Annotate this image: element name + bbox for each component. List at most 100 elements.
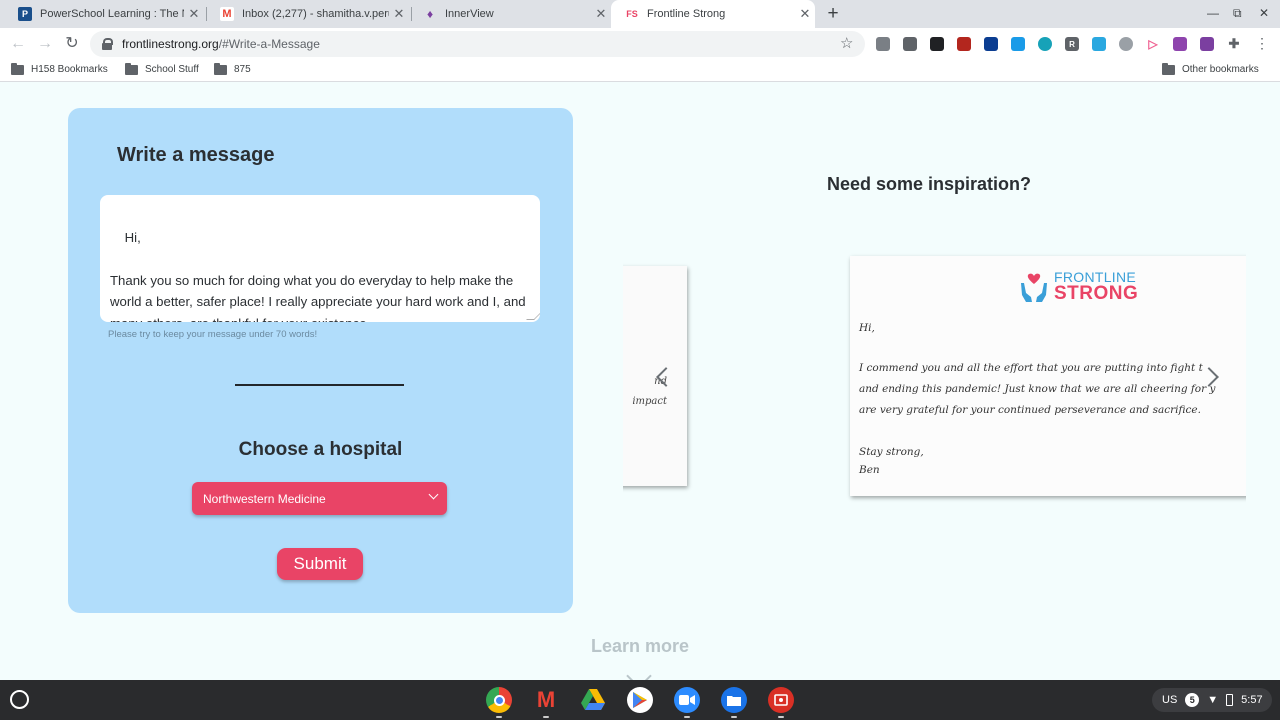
extension-icon[interactable]: R [1065, 37, 1079, 51]
bookmark-label: H158 Bookmarks [31, 64, 108, 75]
innerview-icon: ♦ [426, 7, 434, 21]
tab-strip: P PowerSchool Learning : The Nati ✕ M In… [0, 0, 1280, 28]
message-text: Hi, Thank you so much for doing what you… [110, 229, 526, 323]
close-window-icon[interactable]: ✕ [1259, 6, 1269, 20]
clock: 5:57 [1241, 694, 1263, 706]
frontline-strong-logo: FRONTLINE STRONG [1018, 270, 1138, 303]
url-path: /#Write-a-Message [218, 37, 320, 51]
restore-icon[interactable]: ⧉ [1233, 6, 1242, 21]
hospital-label: Choose a hospital [238, 439, 403, 460]
tab-title: Inbox (2,277) - shamitha.v.perum [242, 8, 389, 20]
tab-frontline-strong[interactable]: FS Frontline Strong ✕ [611, 0, 815, 28]
message-textarea[interactable]: Hi, Thank you so much for doing what you… [100, 195, 540, 322]
folder-icon [125, 62, 138, 75]
tab-title: PowerSchool Learning : The Nati [40, 8, 184, 20]
tab-title: Frontline Strong [647, 8, 726, 20]
extension-icon[interactable] [1038, 37, 1052, 51]
letter-line: I commend you and all the effort that yo… [859, 362, 1203, 374]
lock-icon [102, 38, 113, 50]
extension-icon[interactable] [1173, 37, 1187, 51]
bookmark-star-icon[interactable]: ☆ [840, 34, 853, 52]
bookmark-875[interactable]: 875 [214, 62, 251, 75]
hospital-selected-value: Northwestern Medicine [203, 491, 326, 506]
section-divider [235, 384, 404, 386]
os-shelf: M US 5 ▼ 5:57 [0, 680, 1280, 720]
reload-icon[interactable]: ↻ [62, 34, 82, 54]
notification-badge: 5 [1185, 693, 1200, 707]
launcher-icon[interactable] [10, 690, 29, 709]
letter-card: FRONTLINE STRONG Hi, I commend you and a… [850, 256, 1246, 496]
letter-line: Stay strong, [859, 446, 924, 458]
url-host: frontlinestrong.org [122, 37, 219, 51]
close-icon[interactable]: ✕ [389, 6, 409, 22]
bookmark-h158[interactable]: H158 Bookmarks [11, 62, 108, 75]
hands-heart-icon [1021, 273, 1047, 302]
folder-icon [214, 62, 227, 75]
tab-powerschool[interactable]: P PowerSchool Learning : The Nati ✕ [4, 0, 204, 28]
letter-line: and ending this pandemic! Just know that… [859, 383, 1216, 395]
close-icon[interactable]: ✕ [591, 6, 611, 22]
letter-line: Hi, [859, 322, 875, 334]
google-drive-icon[interactable] [580, 687, 606, 713]
extension-icon[interactable] [930, 37, 944, 51]
tab-title: InnerView [445, 8, 494, 20]
extension-icon[interactable] [984, 37, 998, 51]
puzzle-icon[interactable]: ✚ [1227, 36, 1241, 51]
bookmark-label: 875 [234, 64, 251, 75]
bookmarks-bar: H158 Bookmarks School Stuff 875 Other bo… [0, 60, 1280, 82]
extension-icon[interactable] [903, 37, 917, 51]
frontline-strong-icon: FS [626, 9, 638, 19]
message-form-card: Write a message Hi, Thank you so much fo… [68, 108, 573, 613]
tab-innerview[interactable]: ♦ InnerView ✕ [409, 0, 611, 28]
files-icon[interactable] [721, 687, 747, 713]
status-tray[interactable]: US 5 ▼ 5:57 [1152, 688, 1272, 712]
bookmark-label: School Stuff [145, 64, 199, 75]
gmail-icon[interactable]: M [533, 687, 559, 713]
extension-icon[interactable]: ▷ [1146, 37, 1160, 51]
tab-gmail[interactable]: M Inbox (2,277) - shamitha.v.perum ✕ [206, 0, 409, 28]
close-icon[interactable]: ✕ [184, 6, 204, 22]
extension-icon[interactable] [876, 37, 890, 51]
battery-icon [1226, 694, 1234, 706]
wifi-icon: ▼ [1207, 694, 1219, 706]
screen-capture-icon[interactable] [768, 687, 794, 713]
folder-icon [1162, 62, 1175, 75]
close-icon[interactable]: ✕ [795, 6, 815, 22]
letter-line: are very grateful for your continued per… [859, 404, 1201, 416]
extension-icon[interactable] [1092, 37, 1106, 51]
form-title: Write a message [117, 144, 275, 166]
word-limit-hint: Please try to keep your message under 70… [108, 329, 318, 340]
extension-icon[interactable] [957, 37, 971, 51]
new-tab-button[interactable]: + [824, 3, 842, 25]
letter-line: Ben [859, 464, 880, 476]
chrome-icon[interactable] [486, 687, 512, 713]
hospital-select[interactable]: Northwestern Medicine [192, 482, 447, 515]
input-method: US [1162, 694, 1178, 706]
gmail-icon: M [220, 7, 234, 21]
powerschool-icon: P [18, 7, 32, 21]
logo-line-1: FRONTLINE [1054, 269, 1137, 285]
bookmark-label: Other bookmarks [1182, 64, 1259, 75]
logo-line-2: STRONG [1054, 283, 1139, 304]
other-bookmarks[interactable]: Other bookmarks [1162, 62, 1259, 75]
browser-toolbar: ← → ↻ frontlinestrong.org/#Write-a-Messa… [0, 28, 1280, 60]
extension-icon[interactable] [1119, 37, 1133, 51]
address-bar[interactable]: frontlinestrong.org/#Write-a-Message [90, 31, 865, 57]
back-icon[interactable]: ← [8, 34, 28, 54]
folder-icon [11, 62, 24, 75]
menu-icon[interactable]: ⋮ [1255, 35, 1269, 52]
resize-handle-icon[interactable] [526, 312, 540, 320]
learn-more-link[interactable]: Learn more [0, 636, 1280, 657]
extension-icon[interactable] [1011, 37, 1025, 51]
submit-button[interactable]: Submit [277, 548, 363, 580]
minimize-icon[interactable]: — [1207, 6, 1219, 20]
play-store-icon[interactable] [627, 687, 653, 713]
letter-line: impact [632, 396, 667, 407]
zoom-icon[interactable] [674, 687, 700, 713]
extension-icon[interactable] [1200, 37, 1214, 51]
bookmark-school-stuff[interactable]: School Stuff [125, 62, 199, 75]
previous-letter-card[interactable]: nd impact [623, 266, 687, 486]
inspiration-title: Need some inspiration? [827, 174, 1032, 194]
inspiration-carousel: nd impact FRONTLINE STRONG Hi, I commend… [623, 240, 1246, 520]
forward-icon[interactable]: → [35, 34, 55, 54]
